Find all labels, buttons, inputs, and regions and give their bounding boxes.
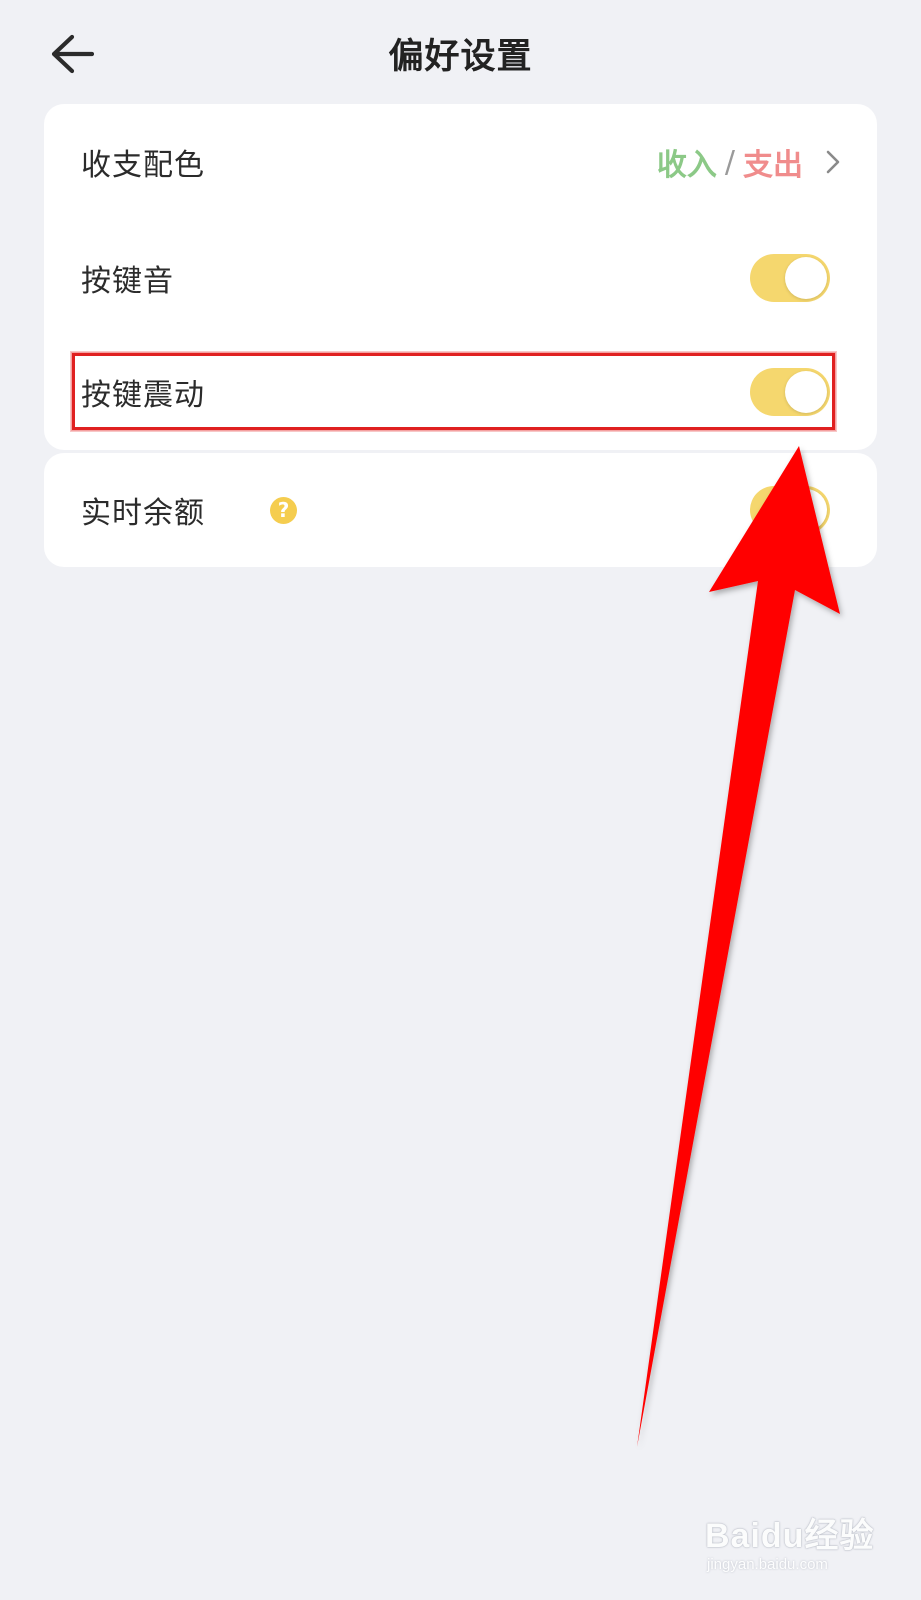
toggle-knob xyxy=(785,489,827,531)
page-title: 偏好设置 xyxy=(388,37,533,77)
toggle-knob xyxy=(785,371,827,413)
key-sound-toggle[interactable] xyxy=(750,254,830,302)
settings-card-general: 收支配色 收入 / 支出 按键音 按键震动 xyxy=(44,104,877,450)
settings-card-balance: 实时余额 ? xyxy=(44,453,877,567)
key-vibration-toggle[interactable] xyxy=(750,368,830,416)
color-scheme-row[interactable]: 收支配色 收入 / 支出 xyxy=(44,104,877,220)
color-scheme-value: 收入 / 支出 xyxy=(657,140,841,184)
header-bar: 偏好设置 xyxy=(0,0,921,112)
preferences-page: 偏好设置 收支配色 收入 / 支出 按键音 按键震动 实时余额 ? Baidu经… xyxy=(0,0,921,1600)
key-vibration-row: 按键震动 xyxy=(44,334,877,450)
key-sound-row: 按键音 xyxy=(44,220,877,336)
separator: / xyxy=(724,144,735,180)
expense-label: 支出 xyxy=(743,148,803,183)
color-scheme-label: 收支配色 xyxy=(81,148,205,183)
key-vibration-label: 按键震动 xyxy=(81,378,205,413)
baidu-watermark: Baidu经验 jingyan.baidu.com xyxy=(705,1500,875,1580)
watermark-url: jingyan.baidu.com xyxy=(707,1556,828,1573)
realtime-balance-label: 实时余额 xyxy=(81,496,205,531)
realtime-balance-toggle[interactable] xyxy=(750,486,830,534)
watermark-brand: Baidu经验 xyxy=(705,1517,875,1555)
chevron-right-icon xyxy=(825,149,841,175)
help-icon[interactable]: ? xyxy=(270,496,297,524)
toggle-knob xyxy=(785,257,827,299)
income-label: 收入 xyxy=(656,148,717,183)
realtime-balance-row: 实时余额 ? xyxy=(44,453,877,567)
key-sound-label: 按键音 xyxy=(81,264,174,299)
